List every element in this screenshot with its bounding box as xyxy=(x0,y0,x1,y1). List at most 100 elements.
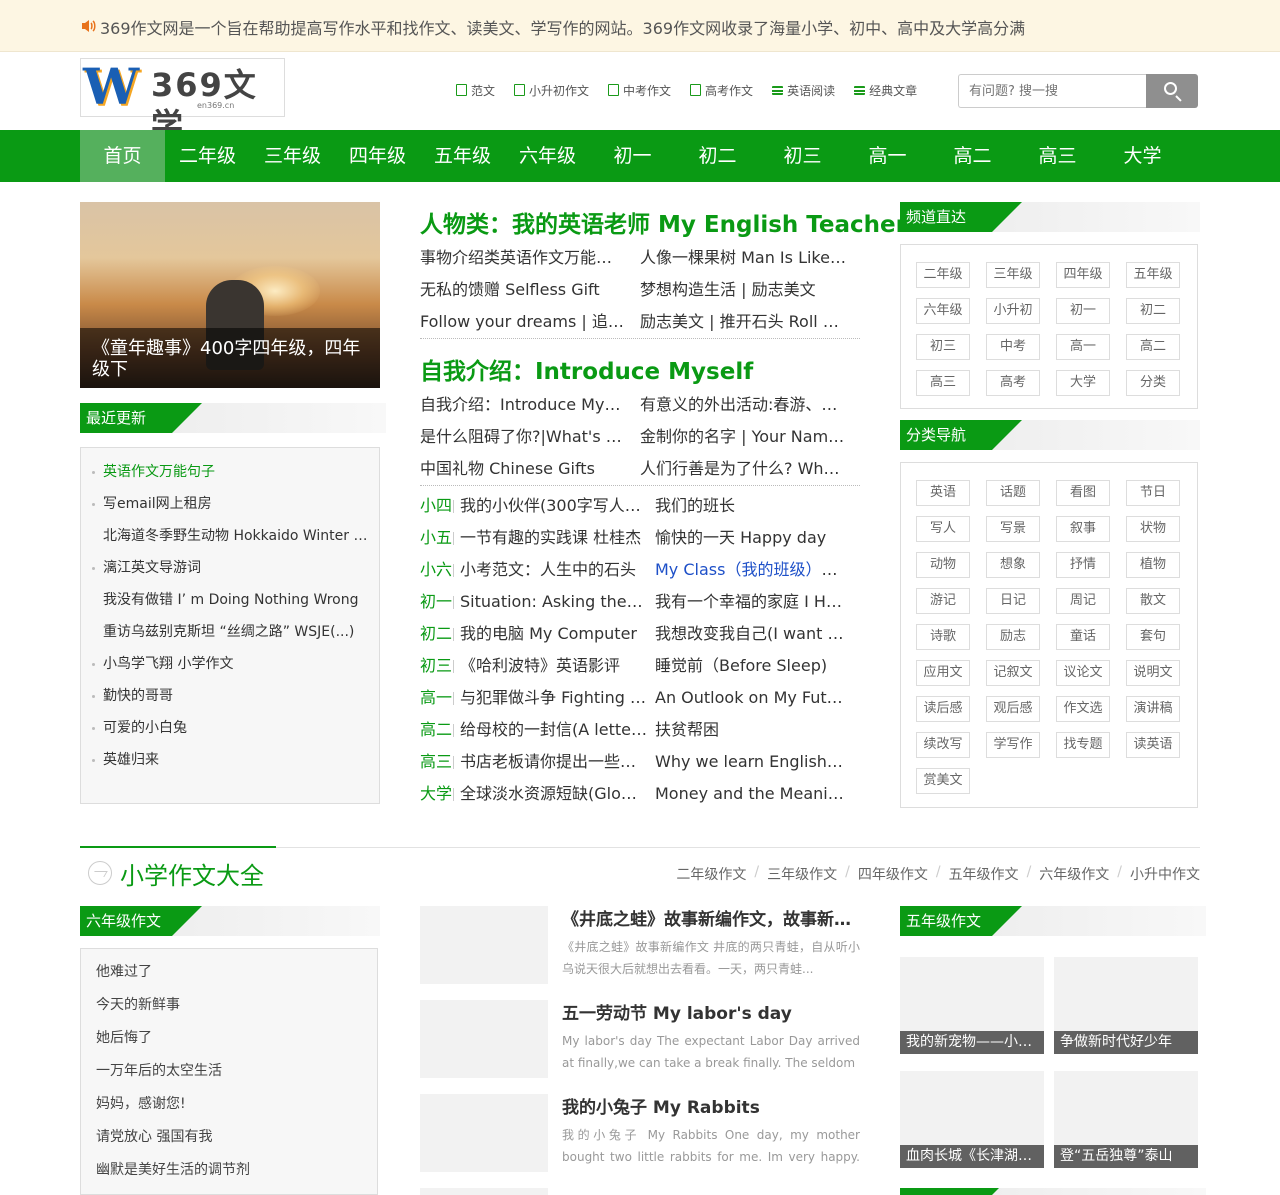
feature2-title[interactable]: 自我介绍：Introduce Myself xyxy=(420,352,753,386)
search-input[interactable] xyxy=(958,74,1147,108)
grade5-card[interactable]: 我的新宠物——小鹦鹉 xyxy=(900,957,1044,1054)
subnav-grade5[interactable]: 五年级作文 xyxy=(949,864,1019,884)
category-tag[interactable]: 作文选 xyxy=(1056,696,1110,722)
category-tag[interactable]: 说明文 xyxy=(1126,660,1180,686)
list-item[interactable]: 勤快的哥哥 xyxy=(81,680,371,712)
article-thumbnail[interactable] xyxy=(420,906,548,984)
nav-grade6[interactable]: 六年级 xyxy=(505,130,590,182)
channel-tag[interactable]: 中考 xyxy=(986,334,1040,360)
grade-article[interactable]: Situation: Asking the way xyxy=(460,586,655,618)
nav-gao1[interactable]: 高一 xyxy=(845,130,930,182)
category-tag[interactable]: 诗歌 xyxy=(916,624,970,650)
grade-article[interactable]: 与犯罪做斗争 Fighting Crime xyxy=(460,682,655,714)
list-item[interactable]: 重访乌兹别克斯坦 “丝绸之路” WSJE(...) xyxy=(81,616,371,648)
feature2-item[interactable]: 自我介绍：Introduce Myself xyxy=(420,389,640,421)
category-tag[interactable]: 英语 xyxy=(916,480,970,506)
grade-label[interactable]: 高三 xyxy=(420,746,460,778)
grade-article[interactable]: An Outlook on My Future xyxy=(655,682,845,714)
nav-gao2[interactable]: 高二 xyxy=(930,130,1015,182)
category-tag[interactable]: 应用文 xyxy=(916,660,970,686)
topnav-zhongkao[interactable]: 中考作文 xyxy=(608,82,671,98)
feature2-item[interactable]: 是什么阻碍了你?|What's stopping you xyxy=(420,421,640,453)
category-tag[interactable]: 赏美文 xyxy=(916,768,970,794)
category-tag[interactable]: 日记 xyxy=(986,588,1040,614)
grade5-card[interactable]: 登“五岳独尊”泰山 xyxy=(1054,1071,1198,1168)
grade-label[interactable]: 小六 xyxy=(420,554,460,586)
grade-article[interactable]: 扶贫帮困 xyxy=(655,714,845,746)
feature2-item[interactable]: 有意义的外出活动:春游、夏令营 xyxy=(640,389,860,421)
grade-article[interactable]: 我们的班长 xyxy=(655,490,845,522)
grade-article[interactable]: 《哈利波特》英语影评 xyxy=(460,650,655,682)
grade-article[interactable]: 我有一个幸福的家庭 I Have a Happy Family xyxy=(655,586,845,618)
grade-article[interactable]: 我想改变我自己(I want to change myself) xyxy=(655,618,845,650)
grade-label[interactable]: 初一 xyxy=(420,586,460,618)
channel-tag[interactable]: 高三 xyxy=(916,370,970,396)
channel-tag[interactable]: 四年级 xyxy=(1056,262,1110,288)
feature2-item[interactable]: 中国礼物 Chinese Gifts xyxy=(420,453,640,485)
category-tag[interactable]: 读后感 xyxy=(916,696,970,722)
article-title[interactable]: 《井底之蛙》故事新编作文，故事新编优 xyxy=(562,905,860,930)
channel-tag[interactable]: 高一 xyxy=(1056,334,1110,360)
nav-grade5[interactable]: 五年级 xyxy=(420,130,505,182)
category-tag[interactable]: 励志 xyxy=(986,624,1040,650)
channel-tag[interactable]: 初一 xyxy=(1056,298,1110,324)
hero-banner[interactable]: 《童年趣事》400字四年级，四年级下 xyxy=(80,202,380,388)
nav-chu1[interactable]: 初一 xyxy=(590,130,675,182)
grade-label[interactable]: 小四 xyxy=(420,490,460,522)
article-thumbnail[interactable] xyxy=(420,1094,548,1172)
topnav-xiaoshengchu[interactable]: 小升初作文 xyxy=(514,82,589,98)
feature1-item[interactable]: 励志美文 | 推开石头 Roll Away the Stone xyxy=(640,306,860,338)
feature2-item[interactable]: 人们行善是为了什么? What Makes People Do Good xyxy=(640,453,860,485)
grade-article[interactable]: 一节有趣的实践课 杜桂杰 xyxy=(460,522,655,554)
subnav-xiaoshengzhong[interactable]: 小升中作文 xyxy=(1130,864,1200,884)
category-tag[interactable]: 话题 xyxy=(986,480,1040,506)
grade-article[interactable]: 睡觉前（Before Sleep) xyxy=(655,650,845,682)
category-tag[interactable]: 状物 xyxy=(1126,516,1180,542)
channel-tag[interactable]: 高考 xyxy=(986,370,1040,396)
grade-label[interactable]: 高二 xyxy=(420,714,460,746)
article-thumbnail[interactable] xyxy=(420,1000,548,1078)
category-tag[interactable]: 议论文 xyxy=(1056,660,1110,686)
nav-chu3[interactable]: 初三 xyxy=(760,130,845,182)
grade-article[interactable]: 愉快的一天 Happy day xyxy=(655,522,845,554)
subnav-grade4[interactable]: 四年级作文 xyxy=(858,864,928,884)
feature1-item[interactable]: 梦想构造生活 | 励志美文 xyxy=(640,274,860,306)
article-title[interactable]: 五一劳动节 My labor's day xyxy=(562,999,860,1024)
article-card[interactable]: 五一劳动节 My labor's day My labor's day The … xyxy=(420,1000,860,1080)
feature1-item[interactable]: 无私的馈赠 Selfless Gift xyxy=(420,274,640,306)
topnav-fanwen[interactable]: 范文 xyxy=(456,82,495,98)
grade5-card[interactable]: 争做新时代好少年 xyxy=(1054,957,1198,1054)
channel-tag[interactable]: 小升初 xyxy=(986,298,1040,324)
grade-article[interactable]: 书店老板请你提出一些建议 xyxy=(460,746,655,778)
nav-chu2[interactable]: 初二 xyxy=(675,130,760,182)
list-item[interactable]: 妈妈，感谢您! xyxy=(81,1088,377,1121)
list-item[interactable]: 可爱的小白兔 xyxy=(81,712,371,744)
category-tag[interactable]: 抒情 xyxy=(1056,552,1110,578)
grade-article[interactable]: Money and the Meaning of Life xyxy=(655,778,845,810)
list-item[interactable]: 幽默是美好生活的调节剂 xyxy=(81,1154,377,1187)
grade-article[interactable]: My Class（我的班级） xyxy=(655,560,821,579)
grade-article[interactable]: 给母校的一封信(A letter to my school) xyxy=(460,714,655,746)
nav-grade2[interactable]: 二年级 xyxy=(165,130,250,182)
grade-label[interactable]: 初三 xyxy=(420,650,460,682)
list-item[interactable]: 一万年后的太空生活 xyxy=(81,1055,377,1088)
list-item[interactable]: 北海道冬季野生动物 Hokkaido Winter Wildlife xyxy=(81,520,371,552)
feature1-title[interactable]: 人物类：我的英语老师 My English Teacher xyxy=(420,205,907,239)
subnav-grade6[interactable]: 六年级作文 xyxy=(1039,864,1109,884)
category-tag[interactable]: 想象 xyxy=(986,552,1040,578)
grade-article[interactable]: Why we learn English(为什么学英语) xyxy=(655,746,845,778)
feature1-item[interactable]: 事物介绍类英语作文万能开头结尾 xyxy=(420,242,640,274)
channel-tag[interactable]: 二年级 xyxy=(916,262,970,288)
channel-tag[interactable]: 初二 xyxy=(1126,298,1180,324)
channel-tag[interactable]: 分类 xyxy=(1126,370,1180,396)
category-tag[interactable]: 写景 xyxy=(986,516,1040,542)
category-tag[interactable]: 写人 xyxy=(916,516,970,542)
category-tag[interactable]: 续改写 xyxy=(916,732,970,758)
topnav-classic[interactable]: 经典文章 xyxy=(854,82,917,98)
article-thumbnail[interactable] xyxy=(420,1188,548,1195)
list-item[interactable]: 小鸟学飞翔 小学作文 xyxy=(81,648,371,680)
grade-article[interactable]: 我的电脑 My Computer xyxy=(460,618,655,650)
article-title[interactable]: 我的小兔子 My Rabbits xyxy=(562,1093,860,1118)
feature1-item[interactable]: Follow your dreams | 追逐梦想 xyxy=(420,306,640,338)
category-tag[interactable]: 叙事 xyxy=(1056,516,1110,542)
